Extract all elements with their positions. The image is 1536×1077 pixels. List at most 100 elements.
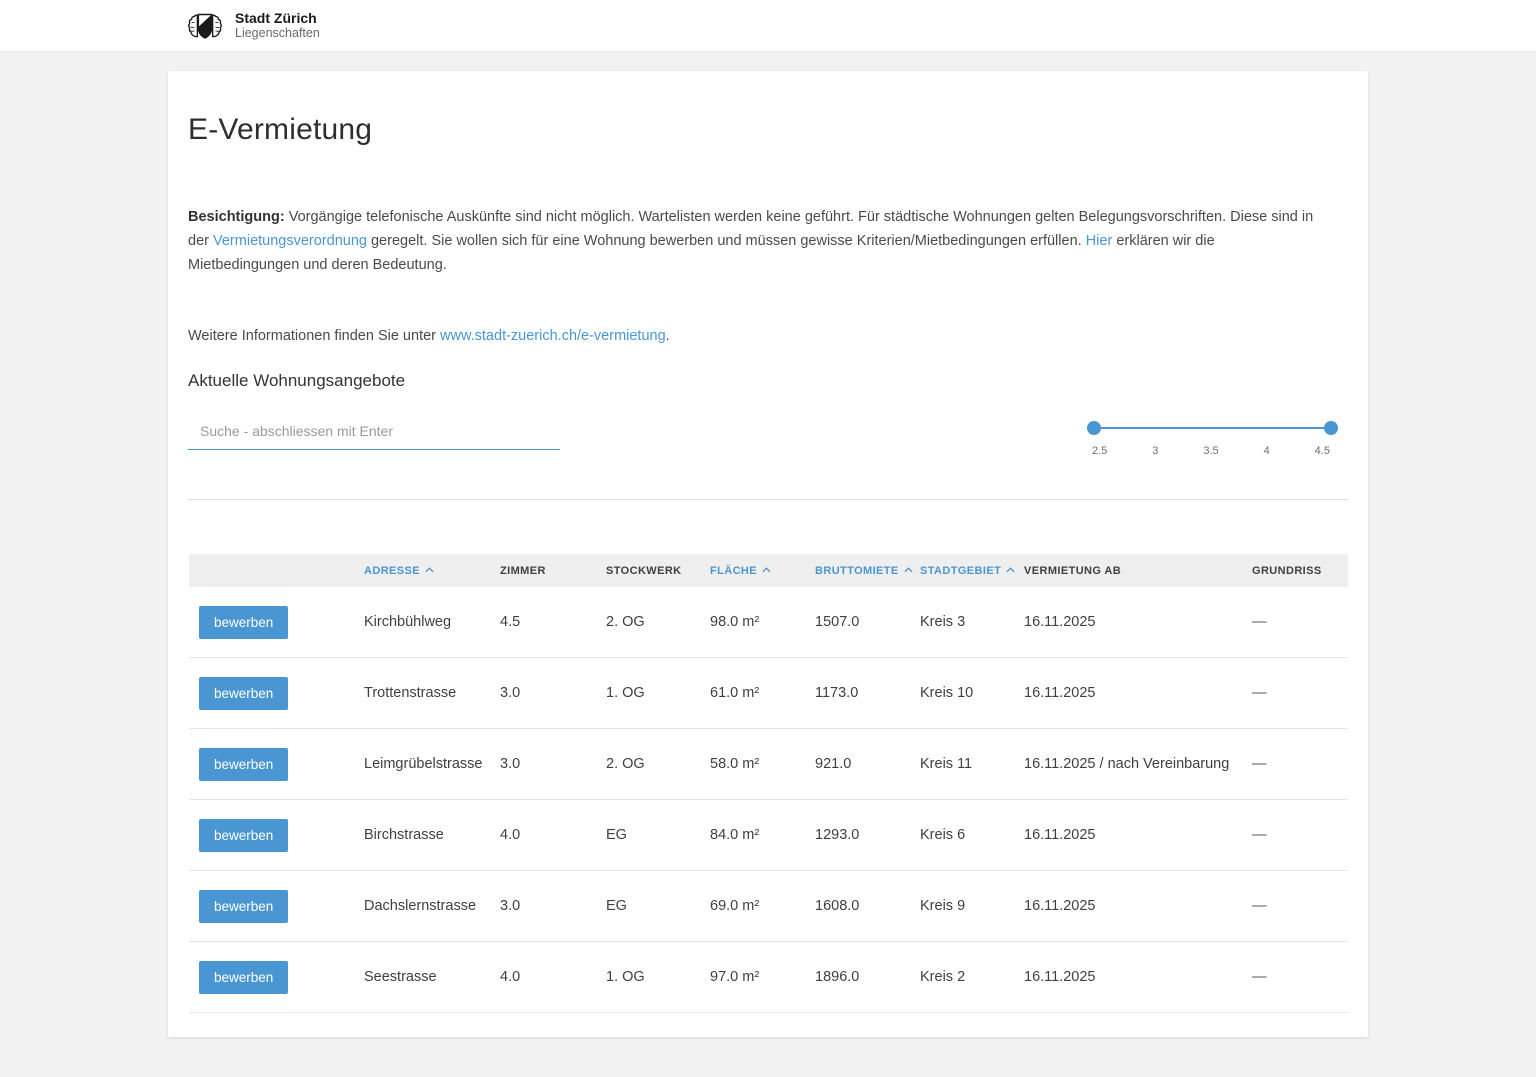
table-row: bewerben Birchstrasse 4.0 EG 84.0 m² 129… <box>189 800 1348 871</box>
header-adresse-label: ADRESSE <box>364 565 420 577</box>
intro-text-2: geregelt. Sie wollen sich für eine Wohnu… <box>367 233 1086 249</box>
slider-tick: 4 <box>1264 445 1270 457</box>
header-flaeche-label: FLÄCHE <box>710 565 757 577</box>
rooms-range-slider: 2.5 3 3.5 4 4.5 <box>1091 417 1331 457</box>
cell-vermietung-ab: 16.11.2025 <box>1024 969 1252 985</box>
table-row: bewerben Dachslernstrasse 3.0 EG 69.0 m²… <box>189 871 1348 942</box>
bewerben-button[interactable]: bewerben <box>199 677 288 710</box>
hier-link[interactable]: Hier <box>1086 233 1113 249</box>
cell-adresse: Birchstrasse <box>364 827 500 843</box>
search-wrap <box>188 417 560 450</box>
header-zimmer[interactable]: ZIMMER <box>500 565 606 577</box>
table-row: bewerben Kirchbühlweg 4.5 2. OG 98.0 m² … <box>189 587 1348 658</box>
cell-zimmer: 3.0 <box>500 756 606 772</box>
e-vermietung-url-link[interactable]: www.stadt-zuerich.ch/e-vermietung <box>440 328 666 344</box>
header-flaeche[interactable]: FLÄCHE <box>710 565 815 577</box>
more-info-suffix: . <box>666 328 670 344</box>
cell-stockwerk: 1. OG <box>606 685 710 701</box>
cell-flaeche: 61.0 m² <box>710 685 815 701</box>
cell-bruttomiete: 1896.0 <box>815 969 920 985</box>
cell-stadtgebiet: Kreis 6 <box>920 827 1024 843</box>
header-stockwerk[interactable]: STOCKWERK <box>606 565 710 577</box>
slider-tick: 4.5 <box>1315 445 1330 457</box>
cell-stockwerk: 2. OG <box>606 614 710 630</box>
top-header: Stadt Zürich Liegenschaften <box>0 0 1536 52</box>
slider-handle-min[interactable] <box>1087 421 1101 435</box>
page-title: E-Vermietung <box>188 113 1348 147</box>
cell-vermietung-ab: 16.11.2025 / nach Vereinbarung <box>1024 756 1252 772</box>
content-card: E-Vermietung Besichtigung: Vorgängige te… <box>168 71 1368 1037</box>
cell-grundriss: — <box>1252 614 1348 630</box>
cell-stadtgebiet: Kreis 2 <box>920 969 1024 985</box>
cell-stockwerk: 2. OG <box>606 756 710 772</box>
cell-vermietung-ab: 16.11.2025 <box>1024 685 1252 701</box>
intro-paragraph: Besichtigung: Vorgängige telefonische Au… <box>188 205 1318 277</box>
header-grundriss: GRUNDRISS <box>1252 565 1348 577</box>
cell-adresse: Kirchbühlweg <box>364 614 500 630</box>
cell-stockwerk: 1. OG <box>606 969 710 985</box>
cell-bruttomiete: 921.0 <box>815 756 920 772</box>
header-vermietung-ab[interactable]: VERMIETUNG AB <box>1024 565 1252 577</box>
offers-table: ADRESSE ZIMMER STOCKWERK FLÄCHE BRUTTOMI… <box>189 554 1348 1013</box>
section-divider <box>188 499 1348 500</box>
cell-vermietung-ab: 16.11.2025 <box>1024 614 1252 630</box>
cell-flaeche: 97.0 m² <box>710 969 815 985</box>
stadt-zuerich-logo[interactable]: Stadt Zürich Liegenschaften <box>183 10 320 42</box>
search-input[interactable] <box>188 417 560 450</box>
cell-bruttomiete: 1293.0 <box>815 827 920 843</box>
cell-flaeche: 84.0 m² <box>710 827 815 843</box>
vermietungsverordnung-link[interactable]: Vermietungsverordnung <box>213 233 367 249</box>
cell-zimmer: 4.0 <box>500 969 606 985</box>
header-adresse[interactable]: ADRESSE <box>364 565 500 577</box>
sort-asc-icon <box>904 567 913 573</box>
table-header-row: ADRESSE ZIMMER STOCKWERK FLÄCHE BRUTTOMI… <box>189 554 1348 587</box>
cell-flaeche: 58.0 m² <box>710 756 815 772</box>
cell-zimmer: 4.0 <box>500 827 606 843</box>
cell-bruttomiete: 1507.0 <box>815 614 920 630</box>
cell-grundriss: — <box>1252 756 1348 772</box>
cell-stadtgebiet: Kreis 3 <box>920 614 1024 630</box>
header-grundriss-label: GRUNDRISS <box>1252 565 1322 577</box>
cell-grundriss: — <box>1252 685 1348 701</box>
slider-handle-max[interactable] <box>1324 421 1338 435</box>
intro-bold-label: Besichtigung: <box>188 209 285 225</box>
slider-tick-labels: 2.5 3 3.5 4 4.5 <box>1091 445 1331 457</box>
sort-asc-icon <box>1006 567 1015 573</box>
header-bruttomiete-label: BRUTTOMIETE <box>815 565 899 577</box>
cell-zimmer: 3.0 <box>500 898 606 914</box>
cell-adresse: Trottenstrasse <box>364 685 500 701</box>
cell-adresse: Seestrasse <box>364 969 500 985</box>
bewerben-button[interactable]: bewerben <box>199 890 288 923</box>
cell-grundriss: — <box>1252 827 1348 843</box>
cell-stadtgebiet: Kreis 11 <box>920 756 1024 772</box>
more-info-paragraph: Weitere Informationen finden Sie unter w… <box>188 324 1348 348</box>
cell-adresse: Leimgrübelstrasse <box>364 756 500 772</box>
sort-asc-icon <box>762 567 771 573</box>
brand-department: Liegenschaften <box>235 26 320 40</box>
cell-stockwerk: EG <box>606 827 710 843</box>
bewerben-button[interactable]: bewerben <box>199 961 288 994</box>
header-stadtgebiet[interactable]: STADTGEBIET <box>920 565 1024 577</box>
header-bruttomiete[interactable]: BRUTTOMIETE <box>815 565 920 577</box>
cell-stadtgebiet: Kreis 10 <box>920 685 1024 701</box>
bewerben-button[interactable]: bewerben <box>199 748 288 781</box>
cell-bruttomiete: 1608.0 <box>815 898 920 914</box>
slider-track[interactable] <box>1091 427 1331 429</box>
header-vermietung-ab-label: VERMIETUNG AB <box>1024 565 1121 577</box>
bewerben-button[interactable]: bewerben <box>199 606 288 639</box>
brand-name: Stadt Zürich <box>235 10 320 26</box>
cell-zimmer: 4.5 <box>500 614 606 630</box>
slider-tick: 2.5 <box>1092 445 1107 457</box>
slider-tick: 3.5 <box>1203 445 1218 457</box>
bewerben-button[interactable]: bewerben <box>199 819 288 852</box>
cell-grundriss: — <box>1252 898 1348 914</box>
cell-flaeche: 69.0 m² <box>710 898 815 914</box>
header-stadtgebiet-label: STADTGEBIET <box>920 565 1001 577</box>
cell-grundriss: — <box>1252 969 1348 985</box>
header-stockwerk-label: STOCKWERK <box>606 565 682 577</box>
cell-vermietung-ab: 16.11.2025 <box>1024 827 1252 843</box>
cell-flaeche: 98.0 m² <box>710 614 815 630</box>
cell-adresse: Dachslernstrasse <box>364 898 500 914</box>
slider-tick: 3 <box>1152 445 1158 457</box>
table-row: bewerben Trottenstrasse 3.0 1. OG 61.0 m… <box>189 658 1348 729</box>
